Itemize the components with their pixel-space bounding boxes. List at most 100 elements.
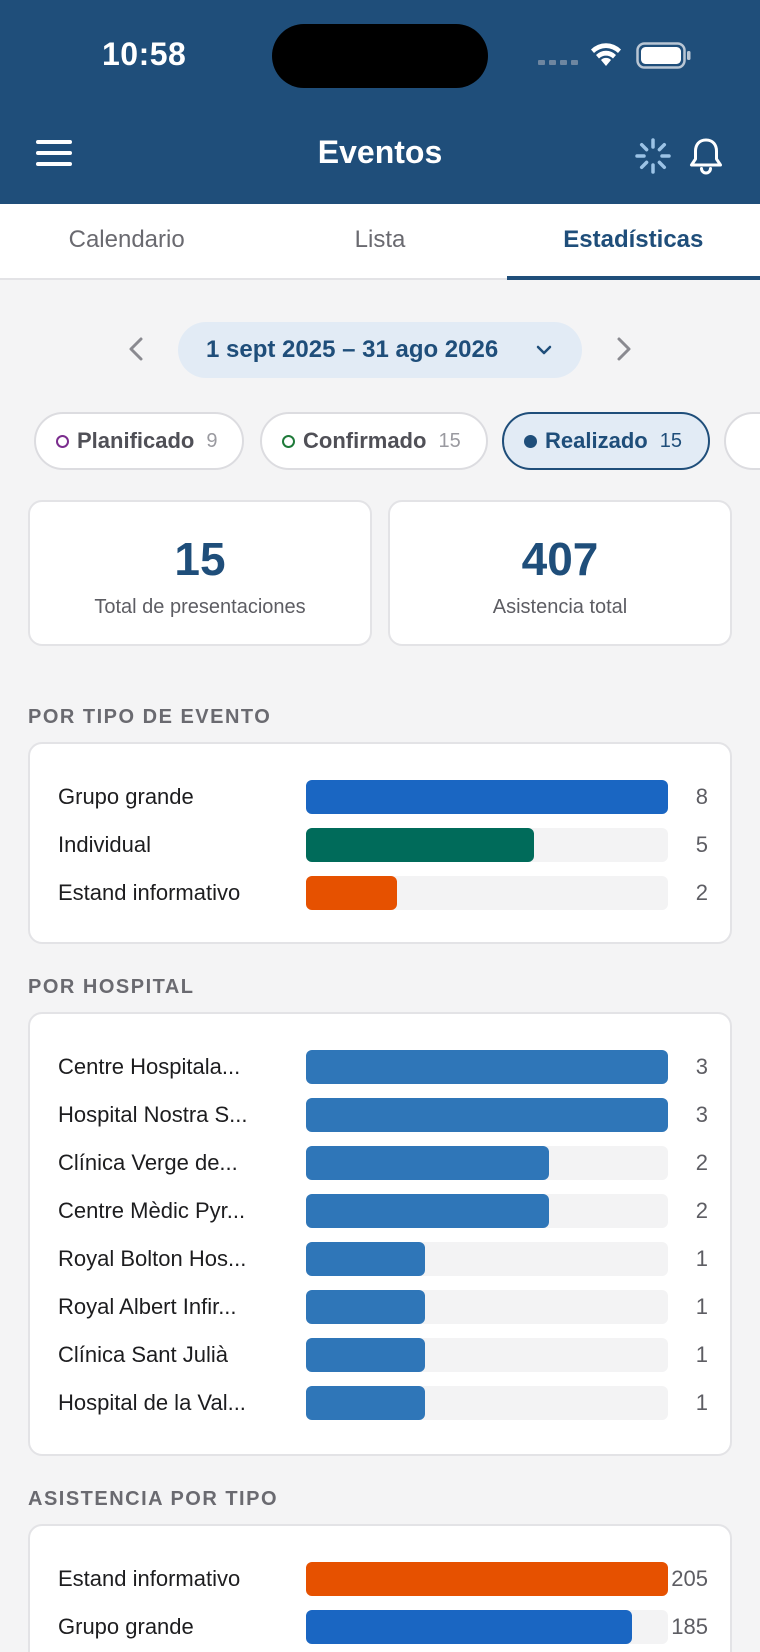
- chevron-right-icon[interactable]: [608, 334, 638, 364]
- section-title-event-type: POR TIPO DE EVENTO: [28, 706, 272, 728]
- bar-fill: [306, 1146, 549, 1180]
- section-title-attendance: ASISTENCIA POR TIPO: [28, 1488, 279, 1510]
- hospital-card: Centre Hospitala... 3 Hospital Nostra S...…: [28, 1012, 732, 1456]
- bar-fill: [306, 780, 668, 814]
- bar-track: [306, 1290, 668, 1324]
- tab-estadisticas[interactable]: Estadísticas: [506, 204, 760, 280]
- bar-label: Grupo grande: [58, 784, 194, 809]
- app-header: 10:58 Eventos: [0, 0, 760, 204]
- bar-value: 2: [695, 880, 708, 905]
- bar-row: Estand informativo 2: [58, 874, 708, 914]
- bar-row: Clínica Verge de... 2: [58, 1144, 708, 1184]
- bar-row: Grupo grande 185: [58, 1608, 708, 1648]
- chevron-down-icon: [536, 345, 552, 355]
- filter-label: Planificado: [77, 428, 195, 453]
- bar-value: 1: [695, 1246, 708, 1271]
- bar-row: Hospital de la Val... 1: [58, 1384, 708, 1424]
- bar-row: Royal Bolton Hos... 1: [58, 1240, 708, 1280]
- bar-value: 3: [695, 1054, 708, 1079]
- total-presentations-label: Total de presentaciones: [94, 596, 306, 618]
- bar-row: Individual 5: [58, 826, 708, 866]
- cellular-signal-icon: [538, 60, 578, 65]
- filter-realizado[interactable]: Realizado 15: [502, 412, 710, 470]
- filter-count: 9: [206, 429, 218, 452]
- bar-label: Grupo grande: [58, 1614, 194, 1639]
- bell-icon[interactable]: [686, 136, 726, 176]
- bar-value: 185: [671, 1614, 708, 1639]
- bar-value: 2: [695, 1198, 708, 1223]
- bar-value: 1: [695, 1294, 708, 1319]
- filter-confirmado[interactable]: Confirmado 15: [260, 412, 488, 470]
- date-range-label: 1 sept 2025 – 31 ago 2026: [206, 336, 499, 363]
- bar-value: 8: [695, 784, 708, 809]
- bar-label: Centre Mèdic Pyr...: [58, 1198, 246, 1223]
- bar-row: Royal Albert Infir... 1: [58, 1288, 708, 1328]
- bar-track: [306, 828, 668, 862]
- status-icons: [538, 38, 698, 70]
- date-range-dropdown[interactable]: 1 sept 2025 – 31 ago 2026: [178, 322, 582, 378]
- bar-row: Estand informativo 205: [58, 1560, 708, 1600]
- bar-row: Centre Hospitala... 3: [58, 1048, 708, 1088]
- filter-planificado[interactable]: Planificado 9: [34, 412, 244, 470]
- tab-calendario[interactable]: Calendario: [0, 204, 253, 278]
- bar-track: [306, 1146, 668, 1180]
- dynamic-island: [272, 24, 488, 88]
- filter-label: Realizado: [545, 428, 648, 453]
- bar-track: [306, 1338, 668, 1372]
- battery-icon: [636, 42, 691, 69]
- bar-track: [306, 1098, 668, 1132]
- date-range-selector: 1 sept 2025 – 31 ago 2026: [0, 320, 760, 380]
- bar-track: [306, 1386, 668, 1420]
- bar-label: Centre Hospitala...: [58, 1054, 241, 1079]
- total-presentations-card: 15 Total de presentaciones: [28, 500, 372, 646]
- bar-fill: [306, 1194, 549, 1228]
- filter-more[interactable]: [724, 412, 760, 470]
- bar-fill: [306, 1242, 426, 1276]
- bar-fill: [306, 1098, 668, 1132]
- bar-label: Hospital Nostra S...: [58, 1102, 248, 1127]
- bar-fill: [306, 1338, 426, 1372]
- total-presentations-value: 15: [174, 533, 226, 585]
- bar-track: [306, 780, 668, 814]
- bar-value: 3: [695, 1102, 708, 1127]
- bar-value: 5: [695, 832, 708, 857]
- bar-fill: [306, 1050, 668, 1084]
- bar-fill: [306, 1290, 426, 1324]
- status-dot-icon: [282, 434, 295, 448]
- spinner-icon: [635, 138, 671, 174]
- bar-fill: [306, 828, 535, 862]
- bar-row: Grupo grande 8: [58, 778, 708, 818]
- total-attendance-value: 407: [521, 533, 599, 585]
- view-tabs: Calendario Lista Estadísticas: [0, 204, 760, 280]
- bar-value: 1: [695, 1390, 708, 1415]
- filter-count: 15: [659, 429, 682, 452]
- bar-track: [306, 1194, 668, 1228]
- wifi-icon: [591, 43, 621, 66]
- status-dot-icon: [56, 434, 69, 448]
- bar-label: Hospital de la Val...: [58, 1390, 246, 1415]
- bar-label: Clínica Sant Julià: [58, 1342, 228, 1367]
- bar-row: Hospital Nostra S... 3: [58, 1096, 708, 1136]
- bar-track: [306, 1562, 668, 1596]
- event-type-card: Grupo grande 8 Individual 5 Estand informati…: [28, 742, 732, 944]
- bar-track: [306, 1610, 668, 1644]
- status-filters: Planificado 9 Confirmado 15 Realizado 15: [34, 412, 760, 472]
- filter-label: Confirmado: [303, 428, 427, 453]
- bar-label: Royal Bolton Hos...: [58, 1246, 247, 1271]
- bar-fill: [306, 1562, 668, 1596]
- chevron-left-icon[interactable]: [122, 334, 152, 364]
- bar-label: Royal Albert Infir...: [58, 1294, 237, 1319]
- bar-track: [306, 876, 668, 910]
- tab-lista[interactable]: Lista: [253, 204, 506, 278]
- total-attendance-card: 407 Asistencia total: [388, 500, 732, 646]
- filter-count: 15: [438, 429, 461, 452]
- bar-label: Estand informativo: [58, 1566, 241, 1591]
- bar-track: [306, 1242, 668, 1276]
- bar-fill: [306, 1386, 426, 1420]
- bar-label: Individual: [58, 832, 151, 857]
- bar-track: [306, 1050, 668, 1084]
- attendance-card: Estand informativo 205 Grupo grande 185: [28, 1524, 732, 1652]
- bar-label: Clínica Verge de...: [58, 1150, 238, 1175]
- bar-row: Centre Mèdic Pyr... 2: [58, 1192, 708, 1232]
- bar-row: Clínica Sant Julià 1: [58, 1336, 708, 1376]
